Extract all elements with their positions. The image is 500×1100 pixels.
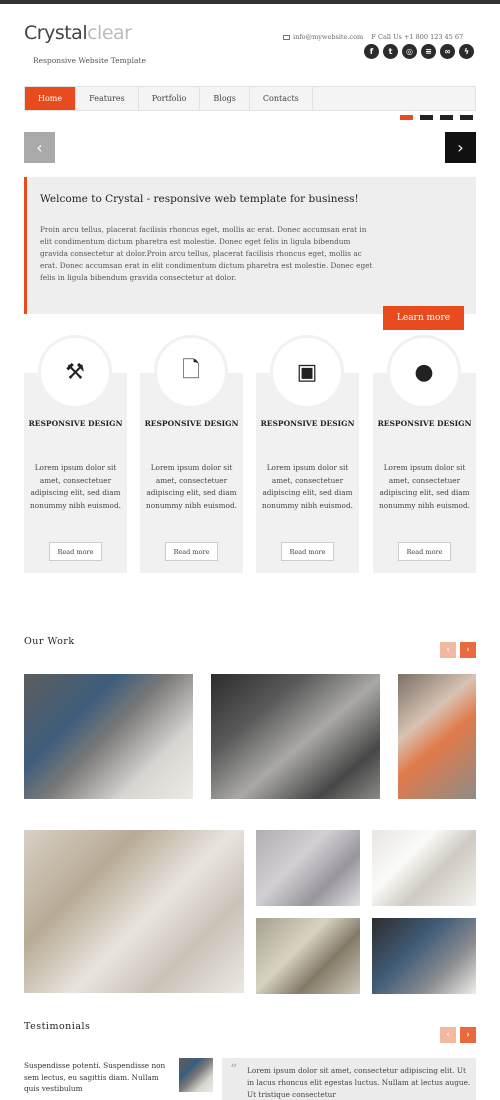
read-more-button[interactable]: Read more [49,542,102,561]
read-more-button[interactable]: Read more [281,542,334,561]
testimonial-avatar [179,1058,213,1092]
lightning-icon[interactable]: ϟ [459,44,474,59]
site-tagline: Responsive Website Template [33,56,146,65]
logo-part-1: Crystal [24,22,88,44]
testimonial-quote: Lorem ipsum dolor sit amet, consectetur … [247,1066,471,1099]
our-work-prev-button[interactable]: ‹ [440,642,456,658]
welcome-text: Proin arcu tellus, placerat facilisis rh… [40,225,373,282]
facebook-icon[interactable]: f [364,44,379,59]
learn-more-button[interactable]: Learn more [383,306,464,330]
portfolio-image[interactable] [256,830,360,906]
feature-title: RESPONSIVE DESIGN [28,419,123,428]
feature-text: Lorem ipsum dolor sit amet, consectetuer… [146,463,237,510]
gallery-icon: ▣ [270,335,344,409]
slider-next-button[interactable]: › [445,132,476,163]
testimonial-quote-box: “ Lorem ipsum dolor sit amet, consectetu… [222,1058,476,1100]
logo-part-2: clear [87,22,132,44]
portfolio-image[interactable] [211,674,380,799]
main-nav: Home Features Portfolio Blogs Contacts [24,86,476,111]
top-border [0,0,500,4]
our-work-next-button[interactable]: › [460,642,476,658]
dribbble-icon[interactable]: ◎ [402,44,417,59]
twitter-icon[interactable]: t [383,44,398,59]
nav-home[interactable]: Home [25,87,77,110]
slider-dot-4[interactable] [460,115,473,120]
testimonial-intro: Suspendisse potenti. Suspendisse non sem… [24,1061,166,1093]
nav-blogs[interactable]: Blogs [200,87,250,110]
slider-pagination [400,115,473,120]
slider-prev-button[interactable]: ‹ [24,132,55,163]
our-work-title: Our Work [24,636,75,647]
welcome-box: Welcome to Crystal - responsive web temp… [24,177,476,314]
portfolio-image[interactable] [256,918,360,994]
read-more-button[interactable]: Read more [165,542,218,561]
mail-icon [283,34,290,40]
portfolio-image[interactable] [24,674,193,799]
testimonials-next-button[interactable]: › [460,1027,476,1043]
our-work-arrows: ‹ › [440,642,476,658]
nav-features[interactable]: Features [76,87,139,110]
slider-dot-2[interactable] [420,115,433,120]
chevron-left-icon: ‹ [36,138,43,157]
portfolio-image[interactable] [398,674,476,799]
feature-text: Lorem ipsum dolor sit amet, consectetuer… [30,463,121,510]
slider-dot-3[interactable] [440,115,453,120]
feature-title: RESPONSIVE DESIGN [260,419,355,428]
feature-title: RESPONSIVE DESIGN [144,419,239,428]
testimonials-title: Testimonials [24,1021,91,1032]
contact-phone: F Call Us +1 800 123 45 67 [371,33,464,41]
slider-dot-1[interactable] [400,115,413,120]
welcome-title: Welcome to Crystal - responsive web temp… [40,193,359,205]
site-logo[interactable]: Crystalclear [24,22,132,44]
lastfm-icon[interactable]: ∞ [440,44,455,59]
add-document-icon: 🗋 [154,335,228,409]
feature-title: RESPONSIVE DESIGN [377,419,472,428]
social-links: f t ◎ ≡ ∞ ϟ [364,44,474,59]
header-contact: info@mywebsite.com F Call Us +1 800 123 … [283,33,463,41]
feature-text: Lorem ipsum dolor sit amet, consectetuer… [262,463,353,510]
contact-email[interactable]: info@mywebsite.com [293,33,363,41]
chevron-right-icon: › [457,138,464,157]
feature-card: ● RESPONSIVE DESIGN Lorem ipsum dolor si… [373,335,476,573]
globe-icon: ● [387,335,461,409]
portfolio-image[interactable] [372,918,476,994]
feature-card: ▣ RESPONSIVE DESIGN Lorem ipsum dolor si… [256,335,359,573]
portfolio-image[interactable] [372,830,476,906]
quote-icon: “ [230,1062,238,1078]
feature-card: ⚒ RESPONSIVE DESIGN Lorem ipsum dolor si… [24,335,127,573]
read-more-button[interactable]: Read more [398,542,451,561]
forrst-icon[interactable]: ≡ [421,44,436,59]
portfolio-image[interactable] [24,830,244,993]
feature-card: 🗋 RESPONSIVE DESIGN Lorem ipsum dolor si… [140,335,243,573]
testimonials-arrows: ‹ › [440,1027,476,1043]
testimonials-prev-button[interactable]: ‹ [440,1027,456,1043]
tools-icon: ⚒ [38,335,112,409]
feature-text: Lorem ipsum dolor sit amet, consectetuer… [379,463,470,510]
nav-contacts[interactable]: Contacts [250,87,313,110]
nav-portfolio[interactable]: Portfolio [139,87,201,110]
